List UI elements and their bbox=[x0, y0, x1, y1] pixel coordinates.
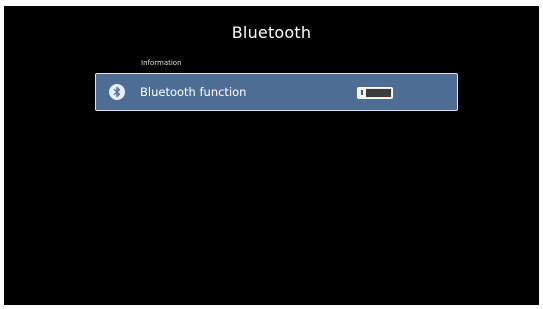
bluetooth-function-row[interactable]: Bluetooth function bbox=[95, 73, 458, 111]
toggle-track bbox=[366, 89, 391, 97]
toggle-knob bbox=[358, 88, 366, 98]
bluetooth-icon bbox=[109, 84, 125, 100]
section-label: Information bbox=[141, 59, 182, 67]
page-title: Bluetooth bbox=[231, 23, 312, 42]
bluetooth-function-label: Bluetooth function bbox=[140, 85, 247, 99]
bluetooth-function-toggle[interactable] bbox=[357, 87, 393, 99]
bluetooth-screen: Bluetooth Information Bluetooth function bbox=[4, 6, 539, 305]
